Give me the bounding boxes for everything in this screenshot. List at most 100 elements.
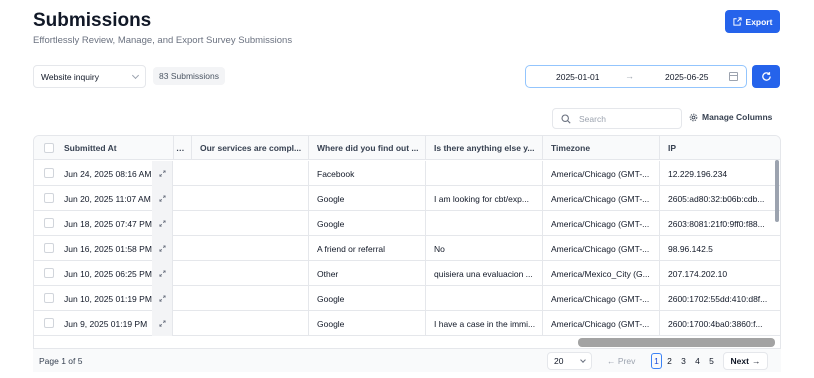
cell-timezone: America/Chicago (GMT-...	[543, 311, 660, 336]
search-box[interactable]	[552, 108, 682, 129]
table-row[interactable]: Jun 10, 2025 01:19 PM Google America/Chi…	[34, 286, 780, 311]
cell-ip: 98.96.142.5	[668, 243, 713, 254]
cell-source: Google	[309, 311, 426, 336]
page-4[interactable]: 4	[692, 353, 703, 369]
column-header-anything-else[interactable]: Is there anything else y...	[426, 136, 543, 160]
refresh-icon	[761, 72, 771, 81]
chevron-down-icon	[131, 71, 140, 80]
arrow-right-icon: →	[625, 71, 634, 81]
gear-icon	[689, 113, 698, 121]
cell-services	[192, 211, 309, 236]
cell-source: Google	[309, 211, 426, 236]
search-input[interactable]	[579, 113, 669, 124]
cell-timezone: America/Chicago (GMT-...	[543, 161, 660, 186]
cell-source: A friend or referral	[309, 236, 426, 261]
cell-source: Google	[309, 186, 426, 211]
cell-services	[192, 161, 309, 186]
table-row[interactable]: Jun 24, 2025 08:16 AM Facebook America/C…	[34, 161, 780, 186]
expand-row-button[interactable]	[152, 311, 173, 336]
page-subtitle: Effortlessly Review, Manage, and Export …	[33, 35, 293, 46]
cell-anything-else: I have a case in the immi...	[426, 311, 543, 336]
cell-anything-else	[426, 211, 543, 236]
export-button[interactable]: Export	[725, 10, 780, 33]
cell-timezone: America/Chicago (GMT-...	[543, 236, 660, 261]
row-checkbox[interactable]	[44, 168, 54, 178]
arrow-right-icon: →	[751, 356, 761, 366]
arrow-left-icon: ←	[607, 356, 616, 366]
cell-anything-else: quisiera una evaluacion ...	[426, 261, 543, 286]
table-row[interactable]: Jun 16, 2025 01:58 PM A friend or referr…	[34, 236, 780, 261]
column-header-source[interactable]: Where did you find out ...	[309, 136, 426, 160]
page-3[interactable]: 3	[678, 353, 689, 369]
prev-label: Prev	[617, 356, 636, 366]
expand-icon	[158, 270, 166, 277]
cell-anything-else: No	[426, 236, 543, 261]
expand-icon	[158, 295, 166, 302]
cell-anything-else	[426, 161, 543, 186]
cell-submitted-at: Jun 9, 2025 01:19 PM	[64, 318, 148, 329]
column-header-submitted-at[interactable]: Submitted At	[56, 136, 174, 160]
date-range-picker[interactable]: 2025-01-01 → 2025-06-25	[525, 65, 747, 88]
expand-row-button[interactable]	[152, 286, 173, 311]
table-row[interactable]: Jun 9, 2025 01:19 PM Google I have a cas…	[34, 311, 780, 336]
date-to[interactable]: 2025-06-25	[665, 72, 708, 82]
expand-row-button[interactable]	[152, 236, 173, 261]
column-header-ip[interactable]: IP	[660, 136, 780, 160]
row-checkbox[interactable]	[44, 243, 54, 253]
row-checkbox[interactable]	[44, 318, 54, 328]
refresh-button[interactable]	[752, 65, 780, 88]
table-row[interactable]: Jun 18, 2025 07:47 PM Google America/Chi…	[34, 211, 780, 236]
expand-icon	[158, 220, 166, 227]
manage-columns-label: Manage Columns	[702, 112, 773, 122]
page-title: Submissions	[33, 10, 152, 31]
submissions-table: Submitted At … Our services are compl...…	[33, 135, 781, 372]
date-from[interactable]: 2025-01-01	[556, 72, 599, 82]
page-1[interactable]: 1	[651, 353, 662, 369]
expand-row-button[interactable]	[152, 186, 173, 211]
manage-columns-button[interactable]: Manage Columns	[689, 112, 772, 122]
row-checkbox[interactable]	[44, 218, 54, 228]
page-size-value: 20	[554, 356, 564, 366]
next-button[interactable]: Next →	[723, 352, 768, 370]
expand-row-button[interactable]	[152, 161, 173, 186]
page-size-select[interactable]: 20	[547, 352, 592, 370]
vertical-scrollbar[interactable]	[775, 160, 779, 222]
cell-submitted-at: Jun 10, 2025 06:25 PM	[64, 268, 152, 279]
column-header-services[interactable]: Our services are compl...	[192, 136, 309, 160]
table-row[interactable]: Jun 10, 2025 06:25 PM Other quisiera una…	[34, 261, 780, 286]
expand-row-button[interactable]	[152, 261, 173, 286]
cell-timezone: America/Chicago (GMT-...	[543, 286, 660, 311]
export-button-label: Export	[745, 16, 773, 27]
form-select-value: Website inquiry	[41, 71, 99, 82]
cell-anything-else: I am looking for cbt/exp...	[426, 186, 543, 211]
row-checkbox[interactable]	[44, 268, 54, 278]
page-info: Page 1 of 5	[39, 356, 83, 366]
page-2[interactable]: 2	[664, 353, 675, 369]
calendar-icon	[729, 72, 738, 81]
prev-button[interactable]: ← Prev	[607, 356, 635, 366]
form-select[interactable]: Website inquiry	[33, 65, 146, 88]
expand-row-button[interactable]	[152, 211, 173, 236]
cell-timezone: America/Mexico_City (G...	[543, 261, 660, 286]
export-icon	[732, 17, 742, 26]
cell-ip: 207.174.202.10	[668, 268, 728, 279]
cell-ip: 2603:8081:21f0:9ff0:f88...	[668, 218, 765, 229]
column-header-collapsed[interactable]: …	[174, 136, 192, 160]
horizontal-scrollbar[interactable]	[578, 338, 775, 347]
next-label: Next	[730, 356, 749, 366]
cell-submitted-at: Jun 20, 2025 11:07 AM	[64, 193, 151, 204]
page-5[interactable]: 5	[706, 353, 717, 369]
cell-ip: 2605:ad80:32:b06b:cdb...	[668, 193, 765, 204]
row-checkbox[interactable]	[44, 293, 54, 303]
select-all-checkbox[interactable]	[44, 143, 54, 153]
cell-services	[192, 286, 309, 311]
row-checkbox[interactable]	[44, 193, 54, 203]
pagination-footer: Page 1 of 5 20 ← Prev 1 2 3 4 5 Next →	[33, 348, 781, 372]
cell-services	[192, 236, 309, 261]
column-header-timezone[interactable]: Timezone	[543, 136, 660, 160]
expand-icon	[158, 320, 166, 327]
cell-source: Other	[309, 261, 426, 286]
table-row[interactable]: Jun 20, 2025 11:07 AM Google I am lookin…	[34, 186, 780, 211]
cell-timezone: America/Chicago (GMT-...	[543, 211, 660, 236]
cell-ip: 12.229.196.234	[668, 168, 728, 179]
